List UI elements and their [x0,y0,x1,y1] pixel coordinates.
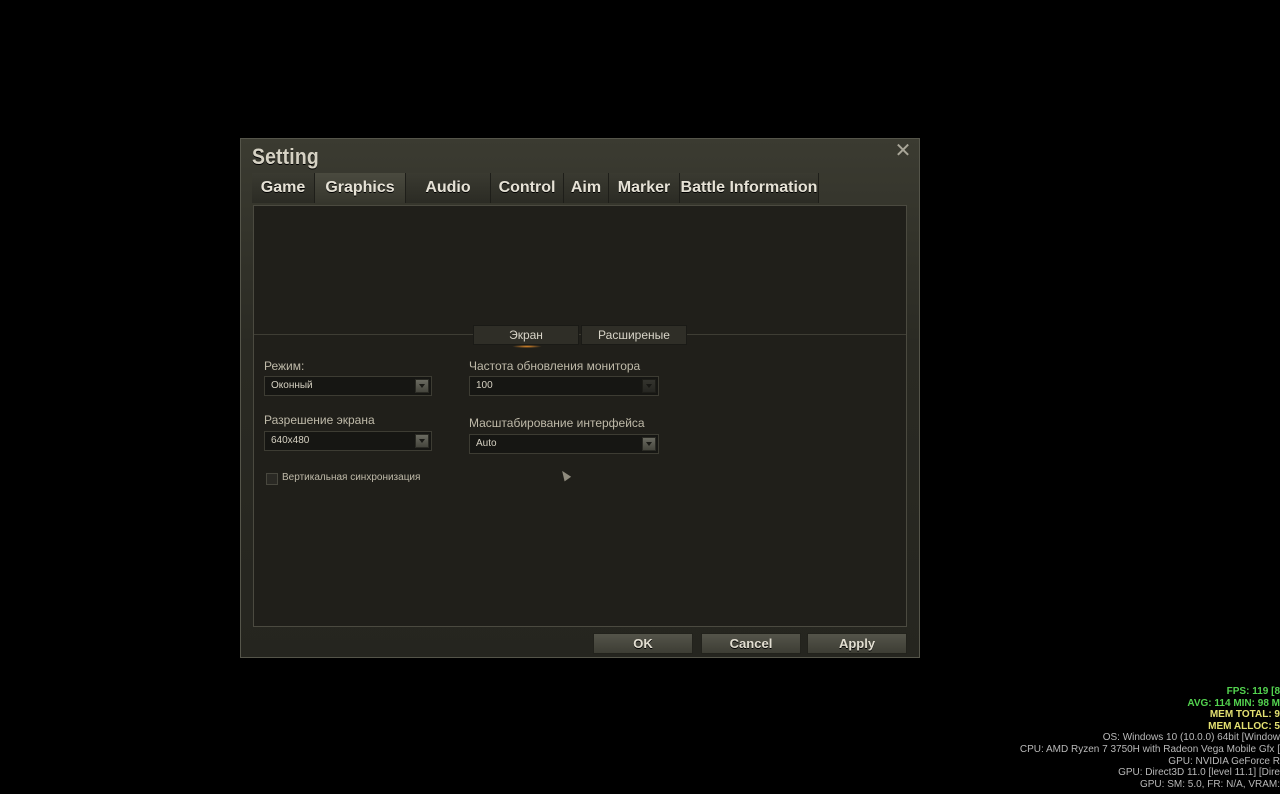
gpu-sm-info: GPU: SM: 5.0, FR: N/A, VRAM: [1139,778,1280,790]
cancel-button[interactable]: Cancel [701,633,801,654]
settings-dialog: Setting ✕ Game Graphics Audio Control Ai… [240,138,920,658]
mem-alloc-readout: MEM ALLOC: 5 [1208,720,1280,732]
chevron-down-icon [642,379,656,393]
ok-button[interactable]: OK [593,633,693,654]
graphics-panel: Экран Расширеные Режим: Оконный Разрешен… [253,205,907,627]
resolution-dropdown[interactable]: 640x480 [264,431,432,451]
tab-battle-information[interactable]: Battle Information [680,173,819,203]
chevron-down-icon [415,379,429,393]
mode-dropdown[interactable]: Оконный [264,376,432,396]
fps-readout: FPS: 119 [8 [1226,686,1280,697]
apply-button[interactable]: Apply [807,633,907,654]
refresh-rate-dropdown[interactable]: 100 [469,376,659,396]
vsync-checkbox[interactable] [266,473,278,485]
avg-readout: AVG: 114 MIN: 98 M [1187,697,1280,709]
gpu-info: GPU: NVIDIA GeForce R [1168,755,1280,767]
interface-scale-dropdown[interactable]: Auto [469,434,659,454]
dialog-title: Setting [252,144,319,169]
refresh-rate-label: Частота обновления монитора [469,359,641,373]
performance-overlay: FPS: 119 [8 AVG: 114 MIN: 98 M MEM TOTAL… [1010,686,1280,790]
close-icon[interactable]: ✕ [893,141,913,161]
subtab-screen[interactable]: Экран [473,325,579,348]
divider [254,334,906,335]
chevron-down-icon [415,434,429,448]
os-info: OS: Windows 10 (10.0.0) 64bit [Window [1102,732,1280,744]
tab-graphics[interactable]: Graphics [315,173,406,203]
cpu-info: CPU: AMD Ryzen 7 3750H with Radeon Vega … [1019,743,1280,755]
interface-scale-value: Auto [476,438,497,449]
subtab-advanced[interactable]: Расширеные [581,325,687,345]
resolution-label: Разрешение экрана [264,413,375,427]
gpu-api-info: GPU: Direct3D 11.0 [level 11.1] [Dire [1118,767,1280,779]
interface-scale-label: Масштабирование интерфейса [469,416,645,430]
refresh-rate-value: 100 [476,380,493,391]
mem-total-readout: MEM TOTAL: 9 [1209,709,1280,721]
tab-control[interactable]: Control [491,173,564,203]
mode-label: Режим: [264,359,305,373]
mode-value: Оконный [271,380,313,391]
resolution-value: 640x480 [271,435,310,446]
tab-marker[interactable]: Marker [609,173,680,203]
tab-game[interactable]: Game [252,173,315,203]
chevron-down-icon [642,437,656,451]
tab-bar: Game Graphics Audio Control Aim Marker B… [252,173,819,203]
tab-aim[interactable]: Aim [564,173,609,203]
mouse-cursor-icon [558,468,572,482]
tab-audio[interactable]: Audio [406,173,491,203]
vsync-label: Вертикальная синхронизация [282,472,421,483]
